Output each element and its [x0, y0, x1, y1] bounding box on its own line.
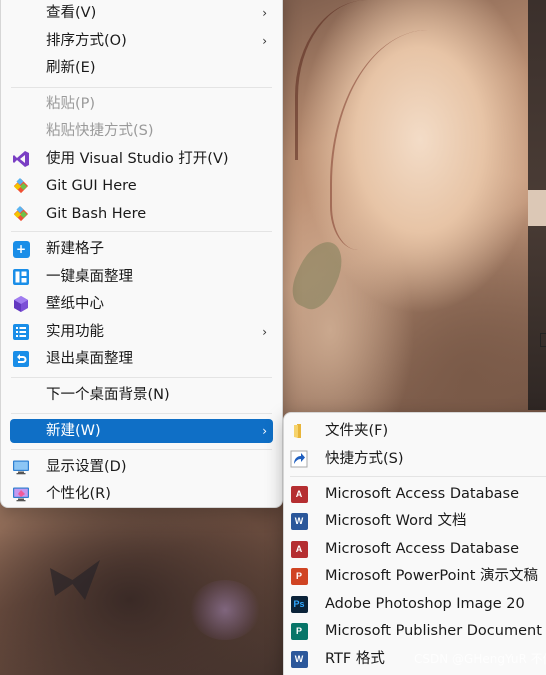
desktop-context-menu: 查看(V) › 排序方式(O) › 刷新(E) 粘贴(P) 粘贴快捷方式(S) … — [0, 0, 283, 508]
menu-item-label: 粘贴快捷方式(S) — [46, 123, 154, 139]
visual-studio-icon — [12, 150, 30, 168]
menu-item-view[interactable]: 查看(V) › — [10, 1, 273, 25]
menu-item-label: 一键桌面整理 — [46, 269, 133, 285]
submenu-item-shortcut[interactable]: 快捷方式(S) — [288, 447, 546, 471]
menu-item-label: 排序方式(O) — [46, 33, 127, 49]
publisher-icon: P — [290, 622, 308, 640]
submenu-item-publisher-document[interactable]: P Microsoft Publisher Document — [288, 619, 546, 643]
menu-item-label: 下一个桌面背景(N) — [46, 387, 170, 403]
submenu-item-access-database-2[interactable]: A Microsoft Access Database — [288, 537, 546, 561]
menu-item-label: 显示设置(D) — [46, 459, 127, 475]
menu-item-label: 新建(W) — [46, 423, 101, 439]
wallpaper-leaf — [285, 234, 351, 316]
menu-separator — [11, 231, 272, 232]
menu-item-next-background[interactable]: 下一个桌面背景(N) — [10, 383, 273, 407]
menu-item-label: 个性化(R) — [46, 486, 111, 502]
menu-separator — [11, 87, 272, 88]
menu-item-git-bash[interactable]: Git Bash Here — [10, 202, 273, 226]
menu-separator — [11, 449, 272, 450]
submenu-item-photoshop-image[interactable]: Ps Adobe Photoshop Image 20 — [288, 592, 546, 616]
window-edge-gap — [528, 190, 546, 226]
menu-item-label: Git Bash Here — [46, 206, 147, 222]
menu-item-label: RTF 格式 — [325, 651, 385, 667]
menu-item-git-gui[interactable]: Git GUI Here — [10, 174, 273, 198]
access-icon: A — [290, 540, 308, 558]
git-bash-icon — [12, 205, 30, 223]
shortcut-icon — [290, 450, 308, 468]
chevron-right-icon: › — [262, 325, 267, 339]
menu-item-label: Microsoft Access Database — [325, 541, 520, 557]
submenu-item-powerpoint[interactable]: P Microsoft PowerPoint 演示文稿 — [288, 564, 546, 588]
menu-item-label: 粘贴(P) — [46, 96, 96, 112]
menu-item-label: 快捷方式(S) — [325, 451, 404, 467]
menu-item-utilities[interactable]: 实用功能 › — [10, 320, 273, 344]
menu-item-display-settings[interactable]: 显示设置(D) — [10, 455, 273, 479]
menu-item-label: 壁纸中心 — [46, 296, 104, 312]
exit-organize-icon — [12, 350, 30, 368]
menu-item-desktop-organize[interactable]: 一键桌面整理 — [10, 265, 273, 289]
menu-item-paste-shortcut: 粘贴快捷方式(S) — [10, 119, 273, 143]
folder-icon — [290, 422, 308, 440]
rtf-icon: W — [290, 650, 308, 668]
wallpaper-center-icon — [12, 295, 30, 313]
menu-item-label: Git GUI Here — [46, 178, 137, 194]
new-submenu: 文件夹(F) 快捷方式(S) A Microsoft Access Databa… — [283, 412, 546, 675]
submenu-item-folder[interactable]: 文件夹(F) — [288, 419, 546, 443]
menu-item-new[interactable]: 新建(W) › — [10, 419, 273, 443]
menu-item-label: Adobe Photoshop Image 20 — [325, 596, 525, 612]
menu-item-personalize[interactable]: 个性化(R) — [10, 482, 273, 506]
add-grid-icon: + — [12, 240, 30, 258]
access-icon: A — [290, 485, 308, 503]
chevron-right-icon: › — [262, 6, 267, 20]
menu-item-label: Microsoft PowerPoint 演示文稿 — [325, 568, 539, 584]
menu-item-label: 退出桌面整理 — [46, 351, 133, 367]
menu-item-label: 文件夹(F) — [325, 423, 389, 439]
menu-item-wallpaper-center[interactable]: 壁纸中心 — [10, 292, 273, 316]
menu-separator — [290, 476, 546, 477]
menu-item-label: Microsoft Word 文档 — [325, 513, 467, 529]
personalize-icon — [12, 485, 30, 503]
wallpaper-butterfly — [50, 560, 100, 600]
menu-item-paste: 粘贴(P) — [10, 92, 273, 116]
menu-item-open-visual-studio[interactable]: 使用 Visual Studio 打开(V) — [10, 147, 273, 171]
powerpoint-icon: P — [290, 567, 308, 585]
watermark-text: CSDN @GHengYuR 不偶 — [414, 652, 546, 666]
menu-separator — [11, 413, 272, 414]
chevron-right-icon: › — [262, 34, 267, 48]
menu-item-label: Microsoft Publisher Document — [325, 623, 542, 639]
photoshop-icon: Ps — [290, 595, 308, 613]
menu-item-label: 使用 Visual Studio 打开(V) — [46, 151, 229, 167]
menu-item-new-grid[interactable]: + 新建格子 — [10, 237, 273, 261]
word-icon: W — [290, 512, 308, 530]
desktop-organize-icon — [12, 268, 30, 286]
menu-item-label: 新建格子 — [46, 241, 104, 257]
menu-item-exit-organize[interactable]: 退出桌面整理 — [10, 347, 273, 371]
utilities-icon — [12, 323, 30, 341]
menu-item-label: 刷新(E) — [46, 60, 96, 76]
menu-item-label: 实用功能 — [46, 324, 104, 340]
menu-item-refresh[interactable]: 刷新(E) — [10, 56, 273, 80]
window-edge-bracket — [540, 333, 546, 347]
submenu-item-word-document[interactable]: W Microsoft Word 文档 — [288, 509, 546, 533]
menu-item-sort-by[interactable]: 排序方式(O) › — [10, 29, 273, 53]
chevron-right-icon: › — [262, 424, 267, 438]
menu-separator — [11, 377, 272, 378]
display-settings-icon — [12, 458, 30, 476]
menu-item-label: 查看(V) — [46, 5, 97, 21]
wallpaper-flower — [190, 580, 260, 640]
submenu-item-access-database[interactable]: A Microsoft Access Database — [288, 482, 546, 506]
git-gui-icon — [12, 177, 30, 195]
menu-item-label: Microsoft Access Database — [325, 486, 520, 502]
